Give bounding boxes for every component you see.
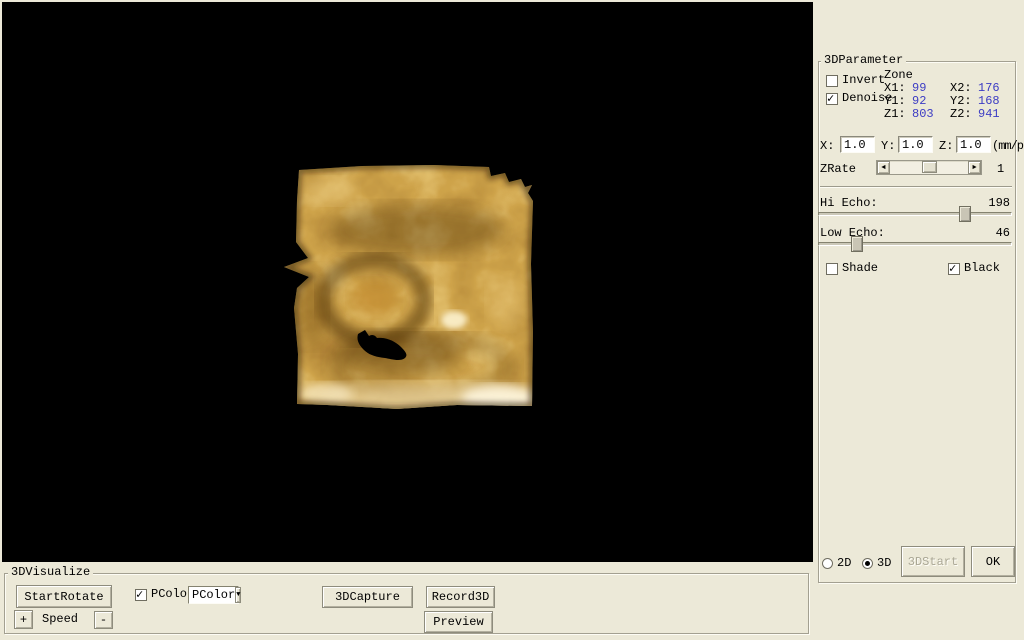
invert-checkbox-box[interactable]: ✓ (826, 75, 838, 87)
check-icon: ✓ (949, 261, 956, 276)
scale-unit-label: (mm/p) (992, 140, 1024, 153)
visualize-group-title: 3DVisualize (8, 566, 93, 579)
black-checkbox[interactable]: ✓ Black (948, 262, 1000, 275)
radio-2d-label: 2D (837, 557, 851, 570)
low-echo-slider-thumb[interactable] (851, 236, 863, 252)
shade-checkbox-box[interactable]: ✓ (826, 263, 838, 275)
x-scale-input[interactable] (840, 136, 875, 153)
separator (820, 186, 1012, 188)
radio-2d[interactable]: 2D (822, 557, 851, 570)
invert-checkbox[interactable]: ✓ Invert (826, 74, 885, 87)
black-label: Black (964, 262, 1000, 275)
render-volume-block (272, 152, 552, 422)
hi-echo-value: 198 (980, 197, 1010, 210)
app-window: 3DParameter ✓ Invert ✓ Denoise Zone X1: … (0, 0, 1024, 640)
zrate-scrollbar[interactable]: ◄ ► (876, 160, 982, 175)
x-scale-label: X: (820, 140, 834, 153)
ok-button[interactable]: OK (971, 546, 1015, 577)
arrow-right-icon: ► (972, 164, 976, 172)
speed-label: Speed (42, 613, 78, 626)
radio-3d-label: 3D (877, 557, 891, 570)
radio-3d-circle[interactable] (862, 558, 873, 569)
zrate-scroll-right-button[interactable]: ► (968, 161, 981, 174)
pcolor-dropdown-value: PColor (189, 589, 235, 602)
hi-echo-label: Hi Echo: (820, 197, 878, 210)
hi-echo-slider-track[interactable] (818, 212, 1012, 216)
hi-echo-slider-thumb[interactable] (959, 206, 971, 222)
z-scale-label: Z: (939, 140, 953, 153)
radio-3d[interactable]: 3D (862, 557, 891, 570)
y-scale-label: Y: (881, 140, 895, 153)
speed-plus-button[interactable]: + (14, 610, 33, 629)
volume-render (2, 2, 813, 562)
zrate-scroll-thumb[interactable] (922, 161, 937, 173)
zone-z1-value: 803 (912, 108, 934, 121)
check-icon: ✓ (136, 587, 143, 602)
check-icon: ✓ (827, 91, 834, 106)
3dstart-button[interactable]: 3DStart (901, 546, 965, 577)
zone-z2-value: 941 (978, 108, 1000, 121)
z-scale-input[interactable] (956, 136, 991, 153)
zone-z2-label: Z2: (950, 108, 972, 121)
speed-minus-button[interactable]: - (94, 611, 113, 629)
chevron-down-icon: ▼ (236, 591, 240, 599)
parameter-group-title: 3DParameter (821, 54, 906, 67)
denoise-checkbox[interactable]: ✓ Denoise (826, 92, 892, 105)
invert-label: Invert (842, 74, 885, 87)
radio-dot (865, 561, 870, 566)
zrate-scroll-left-button[interactable]: ◄ (877, 161, 890, 174)
shade-checkbox[interactable]: ✓ Shade (826, 262, 878, 275)
render-viewport[interactable] (2, 2, 813, 562)
pcolor-dropdown-button[interactable]: ▼ (235, 587, 241, 603)
low-echo-slider-track[interactable] (818, 242, 1012, 246)
black-checkbox-box[interactable]: ✓ (948, 263, 960, 275)
record3d-button[interactable]: Record3D (426, 586, 495, 608)
low-echo-value: 46 (980, 227, 1010, 240)
shade-label: Shade (842, 262, 878, 275)
zone-z1-label: Z1: (884, 108, 906, 121)
3dcapture-button[interactable]: 3DCapture (322, 586, 413, 608)
denoise-checkbox-box[interactable]: ✓ (826, 93, 838, 105)
pcolor-checkbox[interactable]: ✓ PColor (135, 588, 194, 601)
pcolor-dropdown[interactable]: PColor ▼ (188, 586, 239, 604)
start-rotate-button[interactable]: StartRotate (16, 585, 112, 608)
zrate-label: ZRate (820, 163, 856, 176)
arrow-left-icon: ◄ (881, 164, 885, 172)
radio-2d-circle[interactable] (822, 558, 833, 569)
zrate-value: 1 (997, 163, 1004, 176)
preview-button[interactable]: Preview (424, 611, 493, 633)
y-scale-input[interactable] (898, 136, 933, 153)
pcolor-checkbox-box[interactable]: ✓ (135, 589, 147, 601)
